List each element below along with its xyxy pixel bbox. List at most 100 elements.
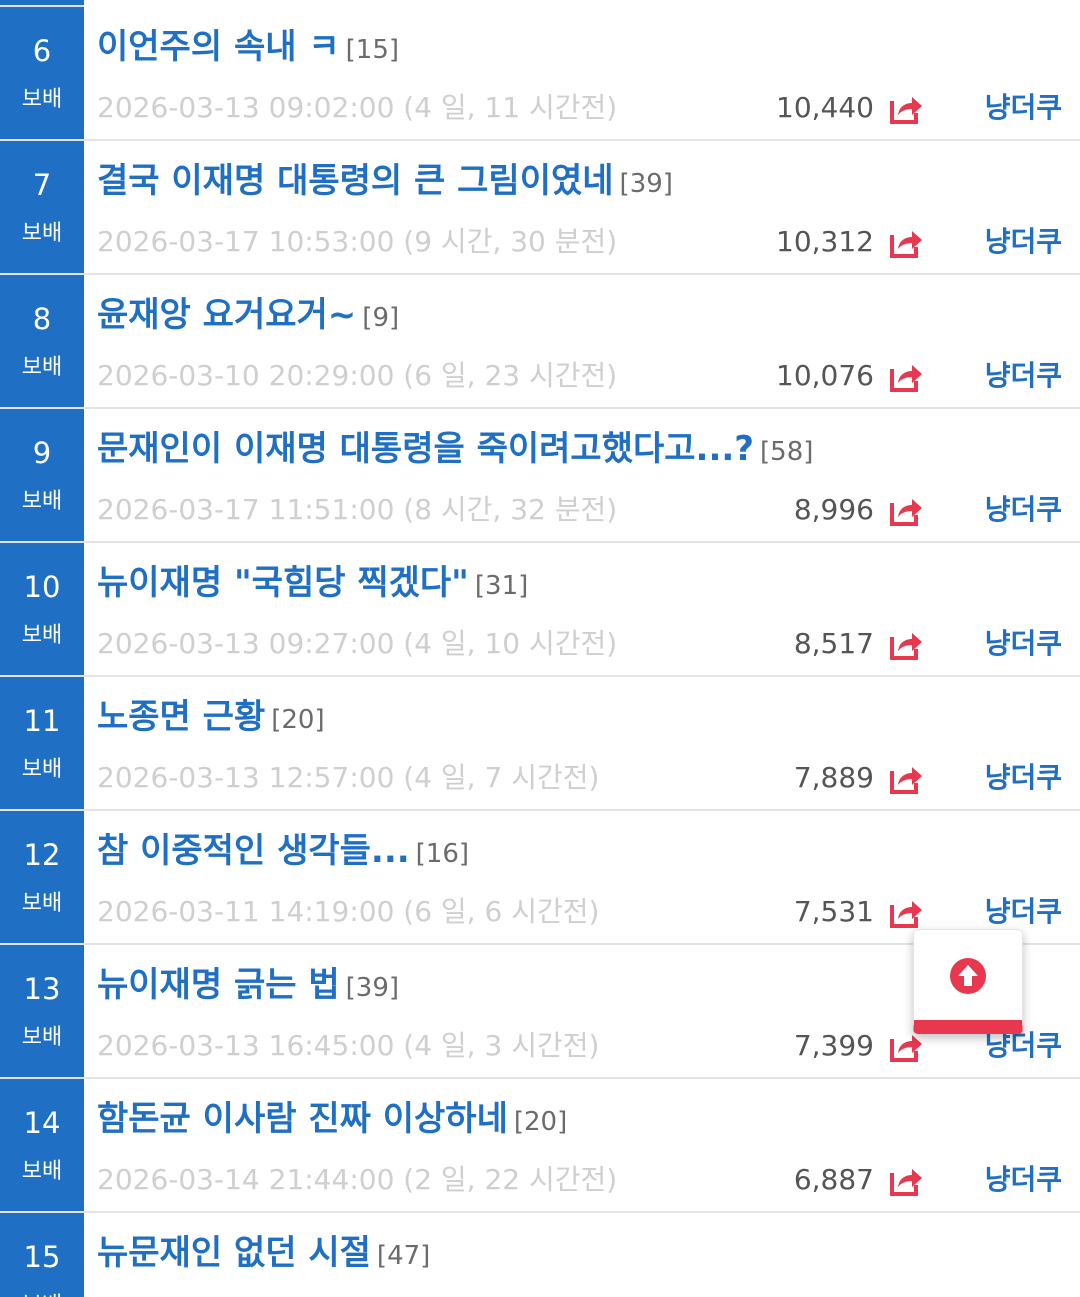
rank-number: 12: [23, 838, 61, 872]
share-icon[interactable]: [888, 763, 924, 795]
post-datetime: 2026-03-17 10:53:00 (9 시간, 30 분전): [97, 225, 618, 258]
share-icon[interactable]: [888, 897, 924, 929]
post-title-link[interactable]: 뉴이재명 "국힘당 찍겠다": [97, 563, 469, 603]
view-count: 10,312: [776, 225, 874, 258]
rank-label: 보배: [21, 87, 63, 112]
rank-badge: 10 보배: [0, 543, 84, 675]
author-link[interactable]: 냥더쿠: [985, 222, 1062, 262]
comment-count: [39]: [619, 169, 673, 199]
post-title-line: 함돈균 이사람 진짜 이상하네 [20]: [97, 1097, 567, 1144]
post-title-line: 문재인이 이재명 대통령을 죽이려고했다고...? [58]: [97, 427, 813, 474]
post-title-line: 이언주의 속내 ㅋ [15]: [97, 25, 399, 72]
post-datetime: 2026-03-10 20:29:00 (6 일, 23 시간전): [97, 359, 618, 392]
list-top-edge: [0, 0, 84, 7]
rank-label: 보배: [21, 355, 63, 380]
author-link[interactable]: 냥더쿠: [985, 1160, 1062, 1200]
view-count: 7,399: [793, 1029, 874, 1062]
comment-count: [9]: [362, 303, 400, 333]
view-count: 8,517: [793, 627, 874, 660]
post-title-line: 뉴이재명 긁는 법 [39]: [97, 963, 399, 1010]
arrow-up-circle-icon: [950, 958, 986, 994]
share-icon[interactable]: [888, 1165, 924, 1197]
comment-count: [15]: [345, 35, 400, 65]
share-icon[interactable]: [888, 93, 924, 125]
post-title-line: 윤재앙 요거요거~ [9]: [97, 293, 399, 340]
rank-label: 보배: [21, 221, 63, 246]
view-count: 7,889: [793, 761, 874, 794]
rank-badge: 8 보배: [0, 275, 84, 407]
comment-count: [58]: [760, 437, 814, 467]
rank-number: 13: [23, 972, 61, 1006]
author-link[interactable]: 냥더쿠: [985, 490, 1062, 530]
author-link[interactable]: 냥더쿠: [985, 758, 1062, 798]
post-row[interactable]: 8 보배 윤재앙 요거요거~ [9] 2026-03-10 20:29:00 (6 일,…: [0, 275, 1080, 409]
post-title-link[interactable]: 결국 이재명 대통령의 큰 그림이였네: [97, 161, 614, 201]
share-icon[interactable]: [888, 227, 924, 259]
post-title-link[interactable]: 문재인이 이재명 대통령을 죽이려고했다고...?: [97, 429, 754, 469]
rank-label: 보배: [21, 623, 63, 648]
share-icon[interactable]: [888, 629, 924, 661]
post-title-link[interactable]: 이언주의 속내 ㅋ: [97, 27, 340, 67]
author-link[interactable]: 냥더쿠: [985, 624, 1062, 664]
comment-count: [31]: [474, 571, 529, 601]
post-datetime: 2026-03-14 21:44:00 (2 일, 22 시간전): [97, 1163, 618, 1196]
post-title-link[interactable]: 뉴이재명 긁는 법: [97, 965, 340, 1005]
comment-count: [16]: [415, 839, 470, 869]
rank-badge: 14 보배: [0, 1079, 84, 1211]
rank-badge: 7 보배: [0, 141, 84, 273]
post-row[interactable]: 15 보배 뉴문재인 없던 시절[47]: [0, 1213, 1080, 1297]
view-count: 6,887: [793, 1163, 874, 1196]
author-link[interactable]: 냥더쿠: [985, 88, 1062, 128]
post-datetime: 2026-03-17 11:51:00 (8 시간, 32 분전): [97, 493, 618, 526]
post-row[interactable]: 10 보배 뉴이재명 "국힘당 찍겠다" [31] 2026-03-13 09:27:0…: [0, 543, 1080, 677]
view-count: 7,531: [793, 895, 874, 928]
post-title-line: 노종면 근황 [20]: [97, 695, 325, 742]
post-title-link[interactable]: 뉴문재인 없던 시절: [97, 1233, 371, 1273]
comment-count: [47]: [376, 1241, 431, 1271]
post-title-link[interactable]: 윤재앙 요거요거~: [97, 295, 356, 335]
post-title-link[interactable]: 함돈균 이사람 진짜 이상하네: [97, 1099, 508, 1139]
post-row[interactable]: 11 보배 노종면 근황 [20] 2026-03-13 12:57:00 (4 일, …: [0, 677, 1080, 811]
rank-number: 8: [32, 302, 52, 336]
post-title-line: 참 이중적인 생각들... [16]: [97, 829, 469, 876]
view-count: 10,076: [776, 359, 874, 392]
rank-number: 7: [32, 168, 52, 202]
author-link[interactable]: 냥더쿠: [985, 356, 1062, 396]
comment-count: [20]: [513, 1107, 568, 1137]
post-title-link[interactable]: 참 이중적인 생각들...: [97, 831, 410, 871]
scroll-to-top-button[interactable]: [913, 929, 1023, 1034]
rank-label: 보배: [21, 489, 63, 514]
post-row[interactable]: 9 보배 문재인이 이재명 대통령을 죽이려고했다고...? [58] 2026-03-…: [0, 409, 1080, 543]
view-count: 10,440: [776, 91, 874, 124]
comment-count: [20]: [271, 705, 325, 735]
post-datetime: 2026-03-13 09:02:00 (4 일, 11 시간전): [97, 91, 618, 124]
post-row[interactable]: 12 보배 참 이중적인 생각들... [16] 2026-03-11 14:19:00…: [0, 811, 1080, 945]
view-count: 8,996: [793, 493, 874, 526]
post-datetime: 2026-03-13 16:45:00 (4 일, 3 시간전): [97, 1029, 600, 1062]
rank-number: 15: [23, 1240, 61, 1274]
post-row[interactable]: 6 보배 이언주의 속내 ㅋ [15] 2026-03-13 09:02:00 (4 일…: [0, 7, 1080, 141]
post-title-link[interactable]: 노종면 근황: [97, 697, 265, 737]
share-icon[interactable]: [888, 1031, 924, 1063]
rank-number: 9: [32, 436, 52, 470]
rank-label: 보배: [0, 1291, 84, 1297]
share-icon[interactable]: [888, 361, 924, 393]
comment-count: [39]: [345, 973, 400, 1003]
rank-badge: 6 보배: [0, 7, 84, 139]
post-list: 6 보배 이언주의 속내 ㅋ [15] 2026-03-13 09:02:00 (4 일…: [0, 0, 1080, 1297]
post-row[interactable]: 14 보배 함돈균 이사람 진짜 이상하네 [20] 2026-03-14 21:44:…: [0, 1079, 1080, 1213]
rank-label: 보배: [21, 757, 63, 782]
post-title-line: 결국 이재명 대통령의 큰 그림이였네 [39]: [97, 159, 673, 206]
post-title-line: 뉴이재명 "국힘당 찍겠다" [31]: [97, 561, 528, 608]
author-link[interactable]: 냥더쿠: [985, 892, 1062, 932]
rank-badge: 9 보배: [0, 409, 84, 541]
rank-badge: 13 보배: [0, 945, 84, 1077]
rank-label: 보배: [21, 1025, 63, 1050]
rank-number: 14: [23, 1106, 61, 1140]
post-title-line: 뉴문재인 없던 시절 [47]: [97, 1231, 430, 1278]
rank-label: 보배: [21, 1159, 63, 1184]
rank-badge: 11 보배: [0, 677, 84, 809]
post-datetime: 2026-03-11 14:19:00 (6 일, 6 시간전): [97, 895, 600, 928]
share-icon[interactable]: [888, 495, 924, 527]
post-row[interactable]: 7 보배 결국 이재명 대통령의 큰 그림이였네 [39] 2026-03-17 10:…: [0, 141, 1080, 275]
